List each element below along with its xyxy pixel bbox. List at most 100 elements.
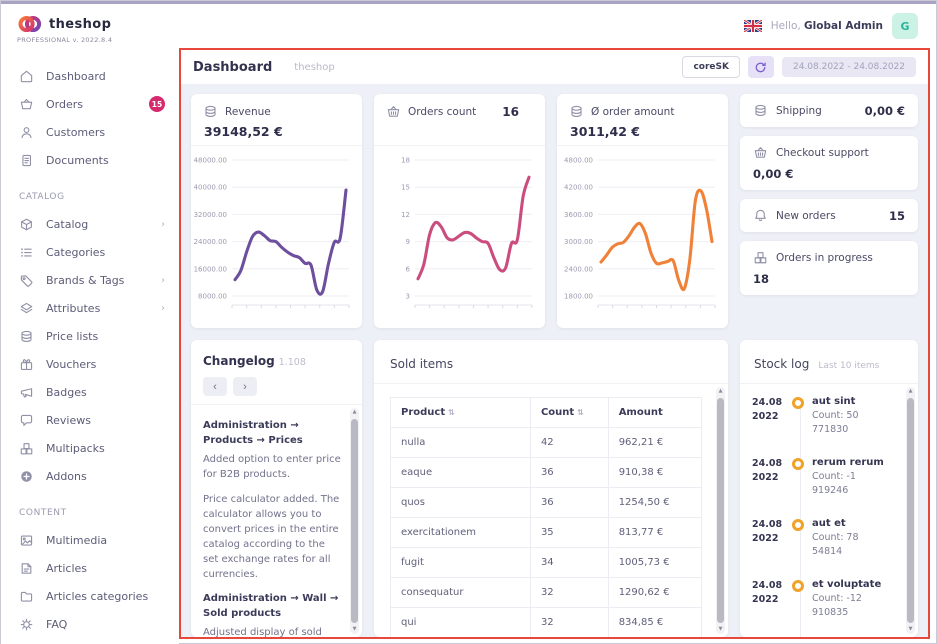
page-header: Dashboard theshop coreSK 24.08.2022 - 24… xyxy=(181,50,928,84)
changelog-title: Changelog 1.108 xyxy=(203,354,306,368)
stat-card: New orders 15 xyxy=(740,199,918,232)
entry-title: aut et xyxy=(812,518,846,529)
packages-icon xyxy=(753,250,768,265)
sidebar-item[interactable]: Multimedia xyxy=(1,526,179,554)
changelog-next-button[interactable]: › xyxy=(233,377,257,396)
sidebar-item[interactable]: Multipacks xyxy=(1,434,179,462)
scrollbar-thumb[interactable] xyxy=(717,398,724,623)
sidebar-item-label: Brands & Tags xyxy=(46,273,125,287)
entry-count: Count: 50 xyxy=(812,410,859,421)
sidebar: theshop PROFESSIONAL v. 2022.8.4 Dashboa… xyxy=(1,4,179,644)
sidebar-item[interactable]: Articles xyxy=(1,554,179,582)
sidebar-item[interactable]: Dashboard xyxy=(1,62,179,90)
sidebar-item[interactable]: Attributes › xyxy=(1,294,179,322)
sidebar-item-label: Reviews xyxy=(46,413,91,427)
sidebar-item[interactable]: Price lists xyxy=(1,322,179,350)
sidebar-item-label: Articles categories xyxy=(46,589,149,603)
stock-log-title: Stock log xyxy=(754,357,810,371)
changelog-prev-button[interactable]: ‹ xyxy=(203,377,227,396)
stock-log-entry[interactable]: 24.08 2022 rerum rerum Count: -1 919246 xyxy=(752,457,902,496)
sidebar-item[interactable]: Categories xyxy=(1,238,179,266)
chat-icon xyxy=(19,413,34,428)
entry-count: Count: -12 xyxy=(812,593,862,604)
changelog-block: Adjusted display of sold products. Incre… xyxy=(203,627,322,637)
avatar[interactable]: G xyxy=(892,13,918,39)
scrollbar-down-icon[interactable]: ▼ xyxy=(350,627,359,632)
svg-text:3: 3 xyxy=(406,293,410,301)
stock-log-subtitle: Last 10 items xyxy=(818,361,880,371)
sidebar-item-label: Multipacks xyxy=(46,441,105,455)
refresh-button[interactable] xyxy=(747,56,774,78)
svg-text:6: 6 xyxy=(406,265,411,273)
table-row[interactable]: fugit 34 1005,73 € xyxy=(390,547,703,578)
sidebar-item[interactable]: Brands & Tags › xyxy=(1,266,179,294)
sidebar-item-label: FAQ xyxy=(46,617,68,631)
entry-date: 24.08 2022 xyxy=(752,580,783,606)
logo: theshop PROFESSIONAL v. 2022.8.4 xyxy=(1,4,179,48)
scrollbar[interactable]: ▲ ▼ xyxy=(716,387,725,634)
sidebar-item[interactable]: Catalog › xyxy=(1,210,179,238)
date-range-picker[interactable]: 24.08.2022 - 24.08.2022 xyxy=(781,57,916,77)
scrollbar[interactable]: ▲ ▼ xyxy=(350,408,359,634)
folder-icon xyxy=(19,589,34,604)
sold-items-body: Product ⇅ Count ⇅ Amount nulla 42 962,21 € xyxy=(374,384,728,637)
entry-date: 24.08 2022 xyxy=(752,397,783,423)
scrollbar-thumb[interactable] xyxy=(351,419,358,623)
table-column-header[interactable]: Product ⇅ xyxy=(390,397,531,428)
sidebar-item[interactable]: FAQ xyxy=(1,610,179,638)
entry-date: 24.08 2022 xyxy=(752,519,783,545)
chart-card: Orders count 16 18 15 12 9 6 3 xyxy=(374,94,545,328)
scrollbar-up-icon[interactable]: ▲ xyxy=(716,389,725,394)
stat-label: Checkout support xyxy=(776,146,869,159)
sidebar-item[interactable]: Addons xyxy=(1,462,179,490)
basket-icon xyxy=(386,104,401,119)
store-selector-button[interactable]: coreSK xyxy=(682,56,740,78)
sidebar-item[interactable]: Vouchers xyxy=(1,350,179,378)
timeline-bullet-icon xyxy=(792,519,804,531)
sidebar-item[interactable]: Documents xyxy=(1,146,179,174)
stock-log-entry[interactable]: 24.08 2022 aut sint Count: 50 771830 xyxy=(752,396,902,435)
timeline-bullet-icon xyxy=(792,458,804,470)
dashboard-region: Dashboard theshop coreSK 24.08.2022 - 24… xyxy=(179,48,930,639)
amount-cell: 1254,50 € xyxy=(607,487,703,518)
sidebar-item[interactable]: Articles categories xyxy=(1,582,179,610)
stock-log-card: Stock log Last 10 items 24.08 2022 aut s… xyxy=(740,340,918,637)
scrollbar[interactable]: ▲ ▼ xyxy=(906,387,915,634)
sidebar-item[interactable]: Orders 15 xyxy=(1,90,179,118)
stock-log-entry[interactable]: 24.08 2022 et voluptate Count: -12 910835 xyxy=(752,579,902,618)
line-chart: 4800.00 4200.00 3600.00 3000.00 2400.00 1800.… xyxy=(557,146,728,328)
table-row[interactable]: consequatur 32 1290,62 € xyxy=(390,577,703,608)
language-flag-icon[interactable] xyxy=(743,20,762,32)
amount-cell: 1005,73 € xyxy=(607,547,703,578)
stock-log-entry[interactable]: 24.08 2022 aut et Count: 78 54814 xyxy=(752,518,902,557)
table-row[interactable]: qui 32 834,85 € xyxy=(390,607,703,637)
sidebar-item[interactable]: Customers xyxy=(1,118,179,146)
entry-ref: 54814 xyxy=(812,546,843,557)
revenue-chart: 48000.00 40000.00 32000.00 24000.00 16000.00… xyxy=(194,157,350,308)
scrollbar-down-icon[interactable]: ▼ xyxy=(716,627,725,632)
table-column-header[interactable]: Count ⇅ xyxy=(529,397,609,428)
table-row[interactable]: nulla 42 962,21 € xyxy=(390,427,703,458)
scrollbar-up-icon[interactable]: ▲ xyxy=(350,410,359,415)
svg-text:4200.00: 4200.00 xyxy=(564,184,593,192)
changelog-block: Added option to enter price for B2B prod… xyxy=(203,454,341,480)
scrollbar-thumb[interactable] xyxy=(907,398,914,623)
table-column-header[interactable]: Amount xyxy=(607,397,703,428)
changelog-block: Administration → Wall → Sold products xyxy=(203,593,339,619)
sidebar-item[interactable]: Badges xyxy=(1,378,179,406)
table-row[interactable]: eaque 36 910,38 € xyxy=(390,457,703,488)
svg-text:12: 12 xyxy=(401,211,410,219)
chart-value: 39148,52 € xyxy=(204,124,283,139)
changelog-version: 1.108 xyxy=(278,357,306,368)
scrollbar-down-icon[interactable]: ▼ xyxy=(906,627,915,632)
list-icon xyxy=(19,245,34,260)
chart-value: 3011,42 € xyxy=(570,124,640,139)
table-row[interactable]: quos 36 1254,50 € xyxy=(390,487,703,518)
orders-count-chart: 18 15 12 9 6 3 xyxy=(401,157,533,308)
sidebar-item[interactable]: Reviews xyxy=(1,406,179,434)
scrollbar-up-icon[interactable]: ▲ xyxy=(906,389,915,394)
table-row[interactable]: exercitationem 35 813,77 € xyxy=(390,517,703,548)
changelog-card: Changelog 1.108 ‹ › Administration → Prod… xyxy=(191,340,362,637)
tag-icon xyxy=(19,273,34,288)
chart-title: Ø order amount xyxy=(591,105,675,118)
